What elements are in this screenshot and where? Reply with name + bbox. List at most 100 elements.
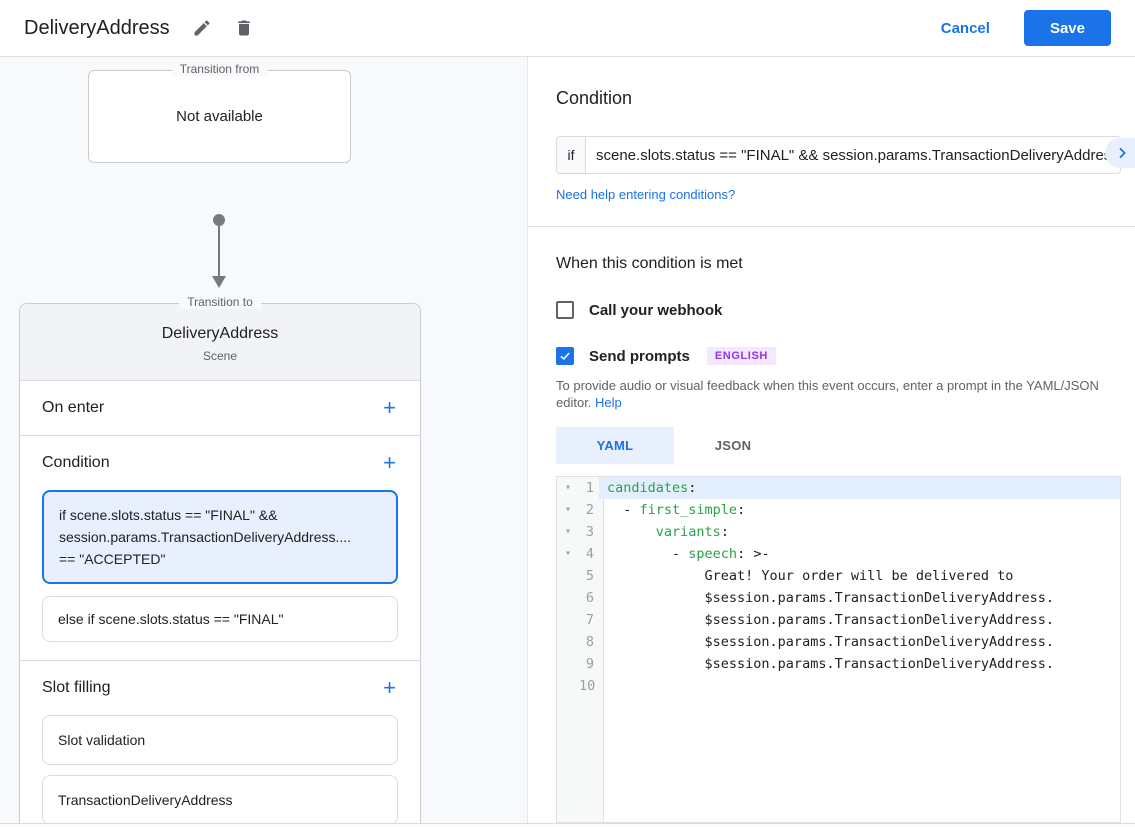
add-on-enter-button[interactable]: +	[381, 398, 398, 418]
code-line[interactable]: 7 $session.params.TransactionDeliveryAdd…	[557, 609, 1120, 631]
code-line[interactable]: ▾3 variants:	[557, 521, 1120, 543]
page-title: DeliveryAddress	[24, 17, 170, 40]
tab-json[interactable]: JSON	[674, 427, 792, 464]
main-content: Transition from Not available Transition…	[0, 57, 1135, 823]
slot-validation-card[interactable]: Slot validation	[42, 715, 398, 765]
flow-panel: Transition from Not available Transition…	[0, 57, 528, 823]
line-number: 2	[579, 499, 599, 521]
transition-from-label: Transition from	[172, 62, 268, 76]
line-number: 5	[579, 565, 599, 587]
transition-from-value: Not available	[89, 108, 350, 125]
code-text: variants:	[599, 521, 1120, 543]
send-prompts-label: Send prompts	[589, 348, 690, 365]
fold-arrow-icon[interactable]: ▾	[557, 499, 579, 521]
transition-to-card: Transition to DeliveryAddress Scene On e…	[19, 303, 421, 823]
add-slot-filling-button[interactable]: +	[381, 678, 398, 698]
code-line[interactable]: 5 Great! Your order will be delivered to	[557, 565, 1120, 587]
transition-from-box[interactable]: Transition from Not available	[88, 70, 351, 163]
fold-arrow-icon[interactable]: ▾	[557, 477, 579, 499]
scene-title: DeliveryAddress	[20, 325, 420, 343]
condition-card-selected[interactable]: if scene.slots.status == "FINAL" &&sessi…	[42, 490, 398, 584]
webhook-row: Call your webhook	[556, 301, 1121, 319]
when-met-heading: When this condition is met	[556, 255, 1121, 273]
scene-card-header[interactable]: DeliveryAddress Scene	[20, 304, 420, 381]
line-number: 9	[579, 653, 599, 675]
save-button[interactable]: Save	[1024, 10, 1111, 46]
code-line[interactable]: ▾4 - speech: >-	[557, 543, 1120, 565]
prompts-helper-text: To provide audio or visual feedback when…	[556, 377, 1121, 411]
section-on-enter: On enter +	[20, 381, 420, 435]
fold-spacer	[557, 675, 579, 697]
chevron-right-icon	[1114, 145, 1130, 161]
condition-card-else[interactable]: else if scene.slots.status == "FINAL"	[42, 596, 398, 642]
code-text: - first_simple:	[599, 499, 1120, 521]
fold-spacer	[557, 609, 579, 631]
code-text: Great! Your order will be delivered to	[599, 565, 1120, 587]
help-link[interactable]: Help	[595, 395, 622, 410]
webhook-checkbox[interactable]	[556, 301, 574, 319]
code-rows: ▾1candidates:▾2 - first_simple:▾3 varian…	[557, 477, 1120, 697]
horizontal-scrollbar-track[interactable]	[0, 823, 1135, 827]
line-number: 3	[579, 521, 599, 543]
condition-expression-input[interactable]	[586, 137, 1120, 173]
conditions-help-link[interactable]: Need help entering conditions?	[556, 187, 735, 202]
code-text	[599, 675, 1120, 697]
line-number: 6	[579, 587, 599, 609]
add-condition-button[interactable]: +	[381, 453, 398, 473]
line-number: 4	[579, 543, 599, 565]
edit-icon[interactable]	[192, 18, 212, 38]
line-number: 8	[579, 631, 599, 653]
slot-filling-title: Slot filling	[42, 679, 110, 697]
send-prompts-checkbox[interactable]	[556, 347, 574, 365]
delete-icon[interactable]	[234, 18, 254, 38]
webhook-label: Call your webhook	[589, 302, 722, 319]
code-text: $session.params.TransactionDeliveryAddre…	[599, 653, 1120, 675]
code-text: - speech: >-	[599, 543, 1120, 565]
code-editor[interactable]: ▾1candidates:▾2 - first_simple:▾3 varian…	[556, 476, 1121, 823]
fold-spacer	[557, 565, 579, 587]
app-header: DeliveryAddress Cancel Save	[0, 0, 1135, 57]
if-prefix: if	[557, 137, 586, 173]
checkmark-icon	[558, 349, 572, 363]
condition-expression-row: if	[556, 136, 1121, 174]
condition-panel-title: Condition	[556, 88, 1121, 109]
code-line[interactable]: ▾1candidates:	[557, 477, 1120, 499]
cancel-button[interactable]: Cancel	[941, 20, 990, 37]
transaction-delivery-address-card[interactable]: TransactionDeliveryAddress	[42, 775, 398, 823]
code-text: $session.params.TransactionDeliveryAddre…	[599, 609, 1120, 631]
code-line[interactable]: 10	[557, 675, 1120, 697]
connector-arrow-icon	[212, 276, 226, 288]
panel-divider	[528, 226, 1135, 227]
code-text: candidates:	[599, 477, 1120, 499]
code-text: $session.params.TransactionDeliveryAddre…	[599, 587, 1120, 609]
tab-yaml[interactable]: YAML	[556, 427, 674, 464]
language-badge: ENGLISH	[707, 347, 776, 365]
fold-spacer	[557, 587, 579, 609]
send-prompts-row: Send prompts ENGLISH	[556, 347, 1121, 365]
line-number: 7	[579, 609, 599, 631]
helper-text: To provide audio or visual feedback when…	[556, 378, 1099, 410]
editor-tabs: YAML JSON	[556, 427, 1121, 464]
code-line[interactable]: ▾2 - first_simple:	[557, 499, 1120, 521]
collapse-panel-button[interactable]	[1105, 138, 1135, 168]
code-line[interactable]: 9 $session.params.TransactionDeliveryAdd…	[557, 653, 1120, 675]
fold-spacer	[557, 653, 579, 675]
section-condition: Condition + if scene.slots.status == "FI…	[20, 435, 420, 642]
condition-line: session.params.TransactionDeliveryAddres…	[59, 526, 381, 548]
fold-arrow-icon[interactable]: ▾	[557, 543, 579, 565]
code-line[interactable]: 8 $session.params.TransactionDeliveryAdd…	[557, 631, 1120, 653]
line-number: 1	[579, 477, 599, 499]
fold-arrow-icon[interactable]: ▾	[557, 521, 579, 543]
condition-detail-panel: Condition if Need help entering conditio…	[528, 57, 1135, 823]
fold-spacer	[557, 631, 579, 653]
code-line[interactable]: 6 $session.params.TransactionDeliveryAdd…	[557, 587, 1120, 609]
transition-to-label: Transition to	[179, 295, 261, 309]
condition-line: == "ACCEPTED"	[59, 548, 381, 570]
scene-subtitle: Scene	[20, 349, 420, 363]
condition-section-title: Condition	[42, 454, 110, 472]
code-text: $session.params.TransactionDeliveryAddre…	[599, 631, 1120, 653]
section-slot-filling: Slot filling + Slot validation Transacti…	[20, 660, 420, 823]
line-number: 10	[579, 675, 599, 697]
on-enter-title: On enter	[42, 399, 104, 417]
connector-line	[218, 222, 220, 277]
